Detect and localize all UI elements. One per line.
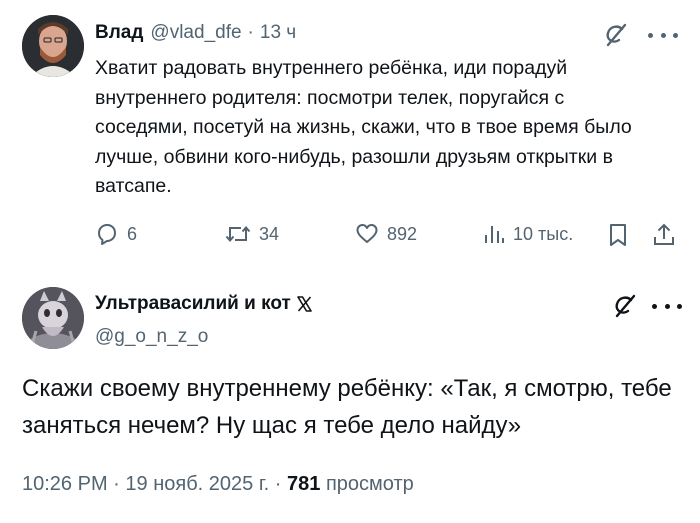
more-icon[interactable] [648, 22, 678, 48]
view-count[interactable]: 781 [287, 473, 320, 495]
repost-button[interactable]: 34 [225, 222, 279, 246]
action-bar: 6 34 892 10 тыс. [95, 222, 680, 252]
timestamp[interactable]: 13 ч [260, 22, 296, 44]
bookmark-button[interactable] [607, 222, 629, 248]
separator: · [113, 473, 120, 495]
tweet-header: Влад @vlad_dfe · 13 ч [95, 22, 296, 44]
separator: · [274, 473, 282, 495]
reply-button[interactable]: 6 [95, 222, 137, 246]
author-name[interactable]: Влад [95, 22, 143, 44]
tweet-meta-footer: 10:26 PM · 19 нояб. 2025 г. · 781 просмо… [22, 473, 414, 496]
bookmark-icon [610, 224, 626, 246]
separator: · [247, 22, 254, 43]
avatar[interactable] [22, 15, 84, 77]
author-handle[interactable]: @vlad_dfe [150, 22, 241, 44]
author-name-row: Ультравасилий и кот [95, 293, 312, 315]
tweet-text: Скажи своему внутреннему ребёнку: «Так, … [22, 375, 672, 439]
share-icon [654, 223, 674, 245]
like-count: 892 [387, 223, 418, 244]
grok-icon[interactable] [603, 22, 629, 48]
grok-icon[interactable] [612, 293, 638, 319]
view-label: просмотр [325, 473, 414, 495]
x-logo-icon [296, 296, 312, 312]
more-icon[interactable] [652, 293, 682, 319]
date[interactable]: 19 нояб. 2025 г. [125, 473, 269, 495]
author-name[interactable]: Ультравасилий и кот [95, 293, 291, 315]
repost-icon [225, 225, 251, 243]
views-button[interactable]: 10 тыс. [483, 222, 573, 246]
like-button[interactable]: 892 [355, 222, 417, 246]
timestamp[interactable]: 10:26 PM [22, 473, 108, 495]
tweet-text: Хватит радовать внутреннего ребёнка, иди… [95, 57, 632, 197]
repost-count: 34 [259, 223, 280, 244]
view-count: 10 тыс. [513, 223, 574, 244]
views-icon [485, 226, 504, 243]
author-handle[interactable]: @g_o_n_z_o [95, 326, 208, 348]
share-button[interactable] [652, 222, 676, 248]
like-icon [356, 224, 378, 243]
reply-icon [98, 224, 116, 245]
avatar[interactable] [22, 287, 84, 349]
reply-count: 6 [127, 223, 138, 244]
